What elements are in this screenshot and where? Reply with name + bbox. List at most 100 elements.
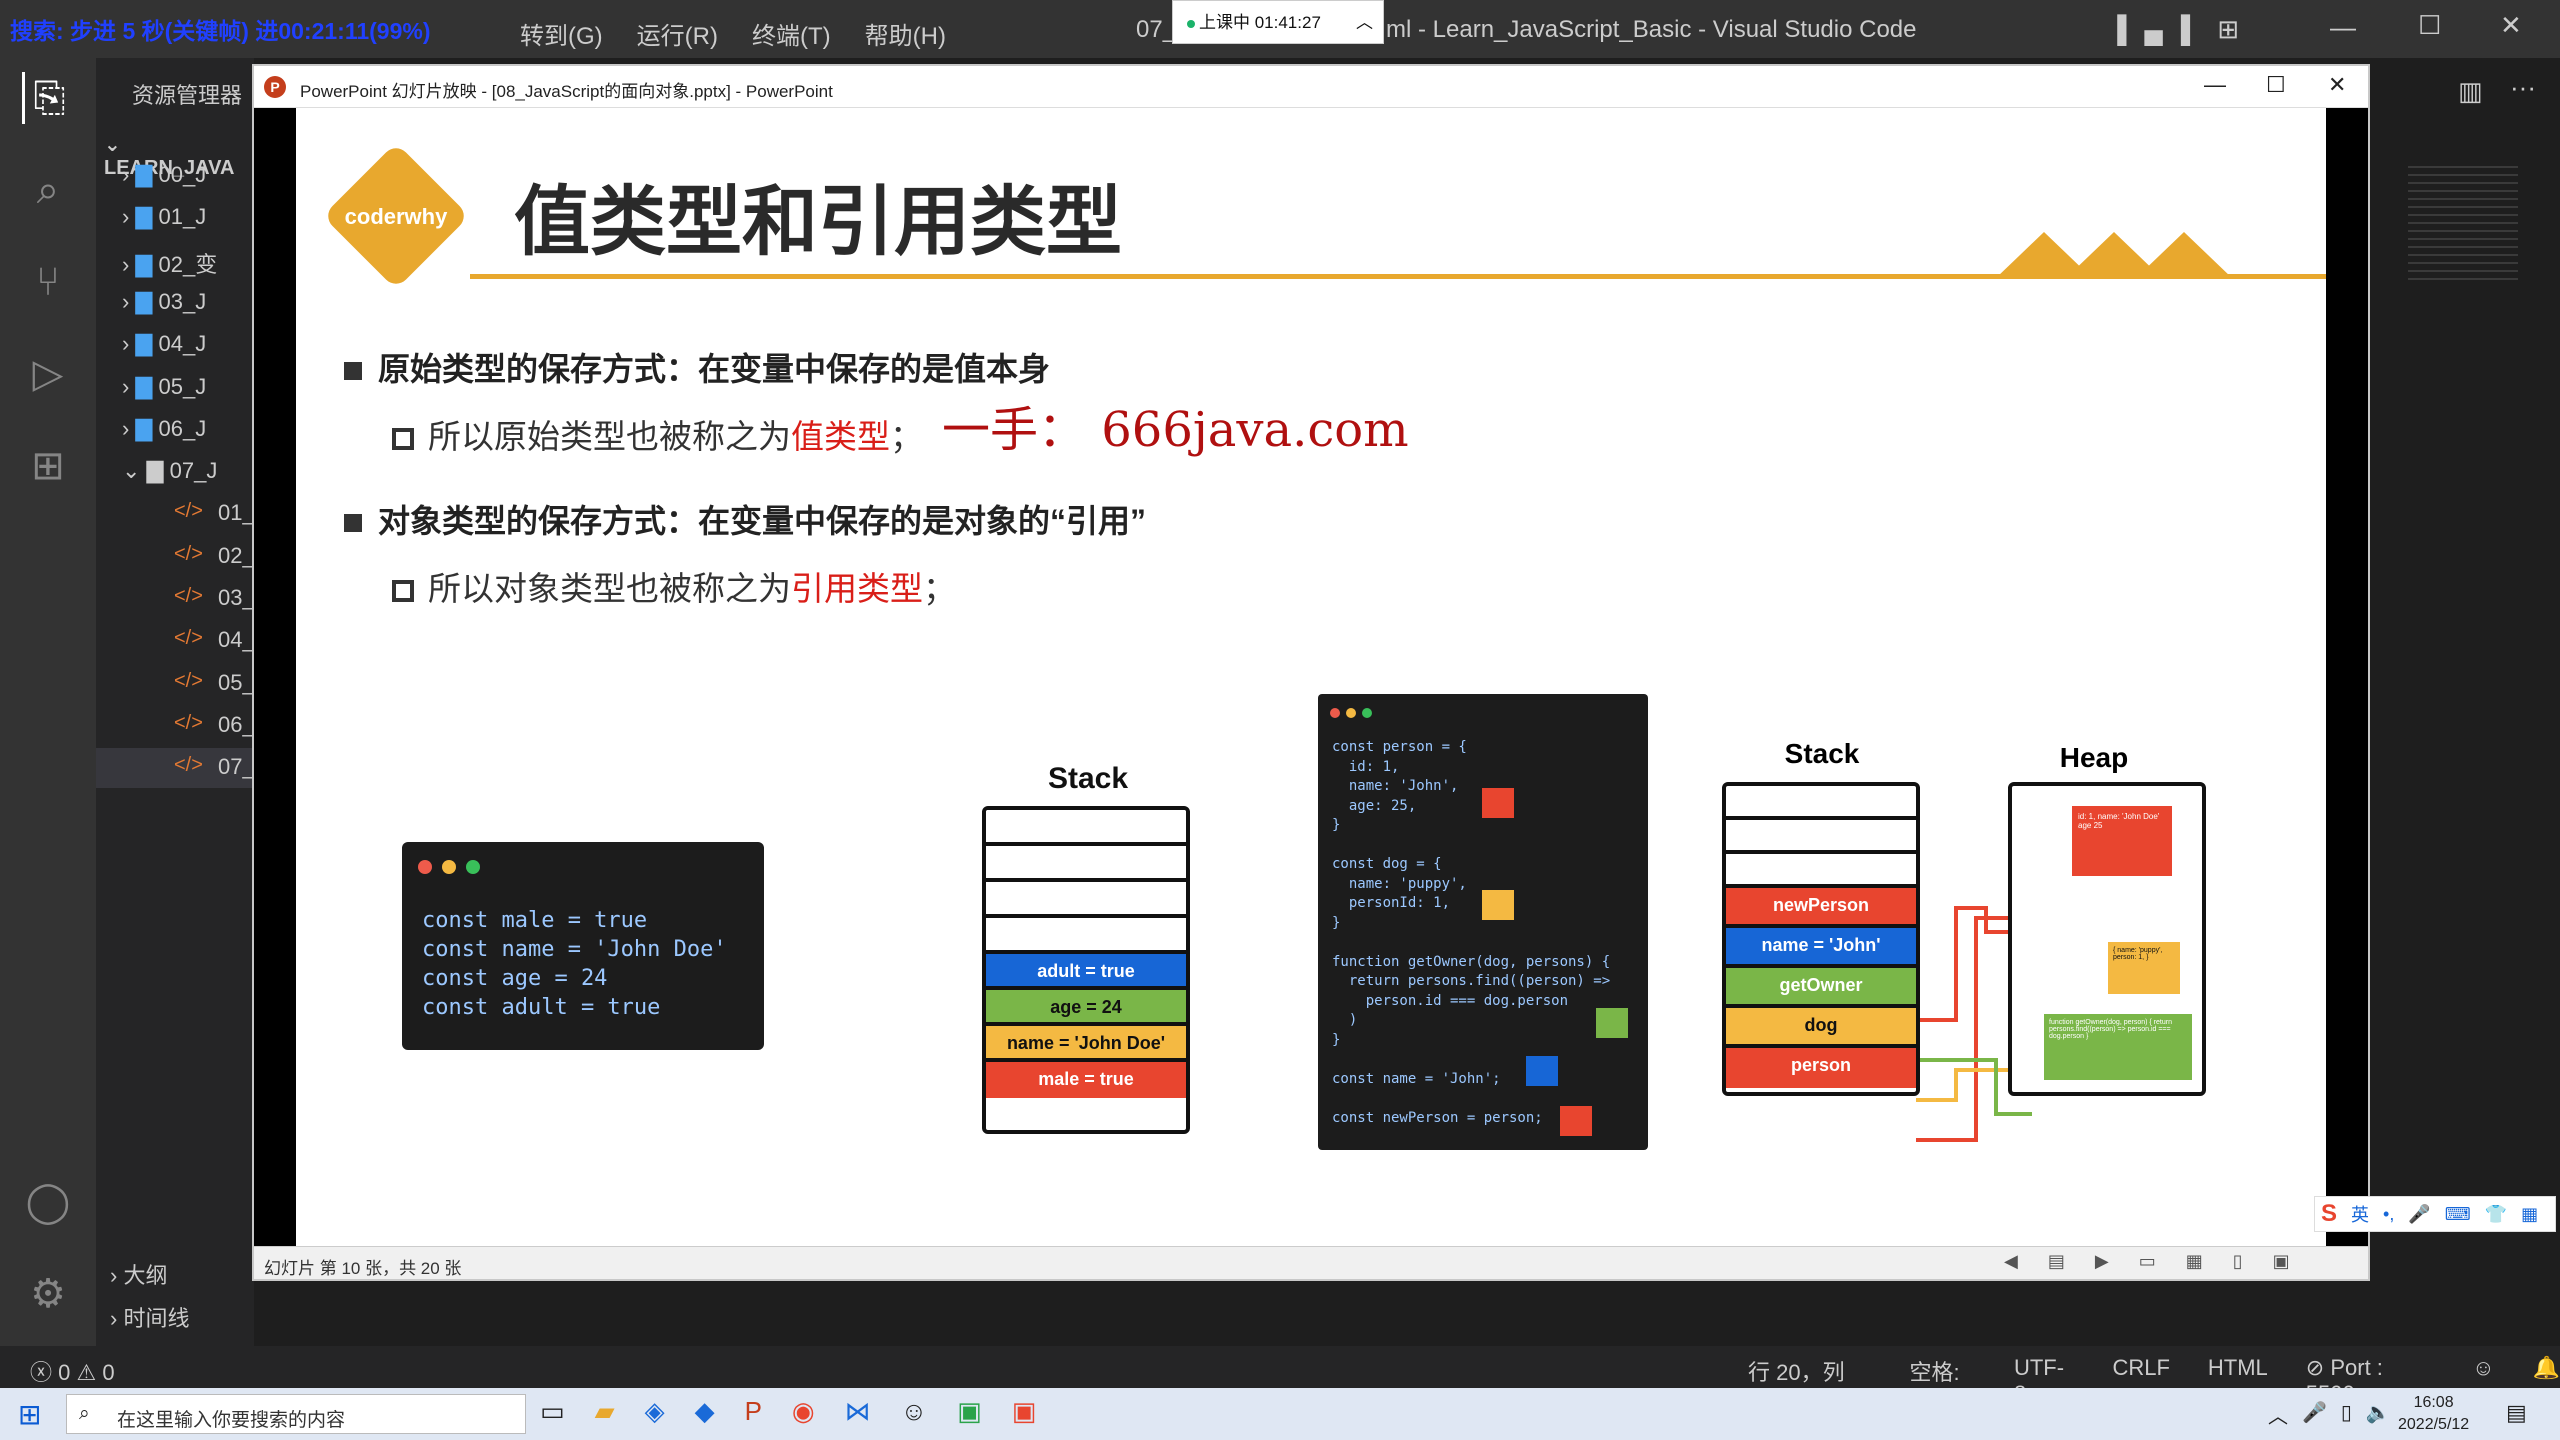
next-slide-icon[interactable]: ▶ [2095,1251,2109,1272]
mic-icon[interactable]: 🎤 [2302,1400,2327,1429]
code-line: const name = 'John Doe' [422,937,727,962]
code-line: ) [1332,1012,1358,1028]
extensions-icon[interactable]: ⊞ [22,440,74,492]
clock-time: 16:08 [2413,1394,2454,1411]
sogou-icon[interactable]: S [2321,1200,2337,1228]
search-icon[interactable]: ⌕ [22,164,74,216]
folder-item[interactable]: › ▇ 04_J [122,331,206,357]
vscode-taskbar-icon[interactable]: ⋈ [845,1396,871,1427]
close-icon[interactable]: ✕ [2500,10,2522,41]
account-icon[interactable]: ◯ [22,1176,74,1228]
network-icon[interactable]: ▯ [2341,1400,2352,1429]
menu-goto[interactable]: 转到(G) [520,16,603,51]
ime-mode[interactable]: 英 [2351,1201,2369,1227]
app-icon-5[interactable]: ▣ [1012,1396,1037,1427]
toolbox-icon[interactable]: ▦ [2521,1204,2538,1225]
video-osd: 搜索: 步进 5 秒(关键帧) 进00:21:11(99%) [10,18,431,44]
folder-item[interactable]: › ▇ 00_J [122,162,206,188]
ppt-maximize-icon[interactable]: ☐ [2266,72,2286,98]
file-item[interactable]: </> 07_ [96,748,255,789]
folder-icon: ▇ [135,373,153,399]
maximize-icon[interactable]: ☐ [2418,10,2441,41]
run-debug-icon[interactable]: ▷ [22,348,74,400]
file-label: 06_ [218,711,255,737]
menu-help[interactable]: 帮助(H) [865,16,946,51]
keyboard-icon[interactable]: ⌨ [2445,1204,2471,1225]
recording-indicator[interactable]: 上课中 01:41:27 ︿ [1172,0,1384,44]
prev-slide-icon[interactable]: ◀ [2004,1251,2018,1272]
chevron-right-icon: › [122,204,130,230]
slide[interactable]: coderwhy 值类型和引用类型 原始类型的保存方式：在变量中保存的是值本身 … [296,108,2326,1246]
toggle-secondary-icon[interactable]: ▌ [2181,14,2199,45]
app-icon-1[interactable]: ◈ [645,1396,665,1427]
slideshow-view-icon[interactable]: ▣ [2273,1251,2290,1272]
source-control-icon[interactable]: ⑂ [22,256,74,308]
hollow-square-icon [392,428,414,450]
ppt-close-icon[interactable]: ✕ [2328,72,2346,98]
folder-icon: ▇ [135,288,153,314]
powerpoint-title: PowerPoint 幻灯片放映 - [08_JavaScript的面向对象.p… [300,82,833,101]
outline-section[interactable]: › 大纲 [110,1258,167,1290]
windows-start-icon[interactable]: ⊞ [18,1398,41,1431]
reading-view-icon[interactable]: ▯ [2233,1251,2243,1272]
skin-icon[interactable]: 👕 [2485,1204,2507,1225]
code-line: const dog = { [1332,856,1442,872]
ppt-minimize-icon[interactable]: — [2204,72,2226,98]
volume-icon[interactable]: 🔈 [2366,1400,2391,1429]
color-marker-red [1560,1106,1592,1136]
notification-icon[interactable]: ▤ [2506,1400,2527,1426]
problems-indicator[interactable]: ⓧ 0 ⚠ 0 [30,1355,115,1387]
app-icon-2[interactable]: ◆ [695,1396,715,1427]
slideshow-controls: ◀ ▤ ▶ ▭ ▦ ▯ ▣ [2004,1251,2290,1272]
normal-view-icon[interactable]: ▭ [2139,1251,2156,1272]
folder-item[interactable]: › ▇ 03_J [122,289,206,315]
more-actions-icon[interactable]: ··· [2510,72,2536,103]
watermark: 一手： 666java.com [942,402,1409,458]
app-icon-3[interactable]: ☺ [901,1396,928,1427]
hollow-square-icon [392,580,414,602]
folder-item[interactable]: › ▇ 02_变 [122,247,217,279]
heap-diagram: id: 1, name: 'John Doe' age 25 { name: '… [2008,782,2206,1096]
explorer-icon[interactable]: ⎘ [22,72,74,124]
punctuation-icon[interactable]: •, [2383,1204,2394,1225]
chrome-icon[interactable]: ◉ [792,1396,815,1427]
mic-icon[interactable]: 🎤 [2408,1204,2430,1225]
toggle-panel-icon[interactable]: ▄ [2144,14,2162,45]
color-marker-blue [1526,1056,1558,1086]
taskbar-search[interactable]: ⌕ 在这里输入你要搜索的内容 [66,1394,526,1434]
outline-label: 大纲 [123,1263,168,1288]
gear-icon[interactable]: ⚙ [22,1268,74,1320]
toggle-sidebar-icon[interactable]: ▐ [2108,14,2126,45]
sorter-view-icon[interactable]: ▦ [2186,1251,2203,1272]
app-icon-4[interactable]: ▣ [957,1396,982,1427]
slide-menu-icon[interactable]: ▤ [2048,1251,2065,1272]
file-item[interactable]: </> 02_ [96,537,255,577]
folder-item[interactable]: › ▇ 01_J [122,204,206,230]
powerpoint-taskbar-icon[interactable]: P [745,1396,762,1427]
minimap[interactable] [2408,166,2518,286]
file-item[interactable]: </> 03_ [96,579,255,619]
activity-bar: ⎘ ⌕ ⑂ ▷ ⊞ ◯ ⚙ [0,58,96,1346]
folder-item[interactable]: › ▇ 06_J [122,416,206,442]
chevron-up-icon[interactable]: ︿ [1356,1,1373,45]
split-editor-icon[interactable]: ▥ [2458,76,2483,107]
task-view-icon[interactable]: ▭ [540,1396,565,1427]
file-item[interactable]: </> 05_ [96,664,255,704]
folder-item[interactable]: ⌄ ▇ 07_J [122,458,217,484]
menu-run[interactable]: 运行(R) [637,16,718,51]
file-item[interactable]: </> 04_ [96,621,255,661]
code-block-reference: const person = { id: 1, name: 'John', ag… [1318,694,1648,1150]
code-line: } [1332,1031,1341,1048]
file-explorer-icon[interactable]: ▰ [595,1396,615,1427]
tray-chevron-icon[interactable]: ︿ [2268,1400,2288,1429]
customize-layout-icon[interactable]: ⊞ [2217,14,2239,45]
timeline-section[interactable]: › 时间线 [110,1301,189,1333]
file-item[interactable]: </> 01_ [96,494,255,534]
minimize-icon[interactable]: — [2330,12,2356,43]
menu-terminal[interactable]: 终端(T) [752,16,831,51]
stack-empty-cell [986,918,1186,954]
folder-item[interactable]: › ▇ 05_J [122,374,206,400]
file-item[interactable]: </> 06_ [96,706,255,746]
clock[interactable]: 16:08 2022/5/12 [2398,1392,2469,1436]
